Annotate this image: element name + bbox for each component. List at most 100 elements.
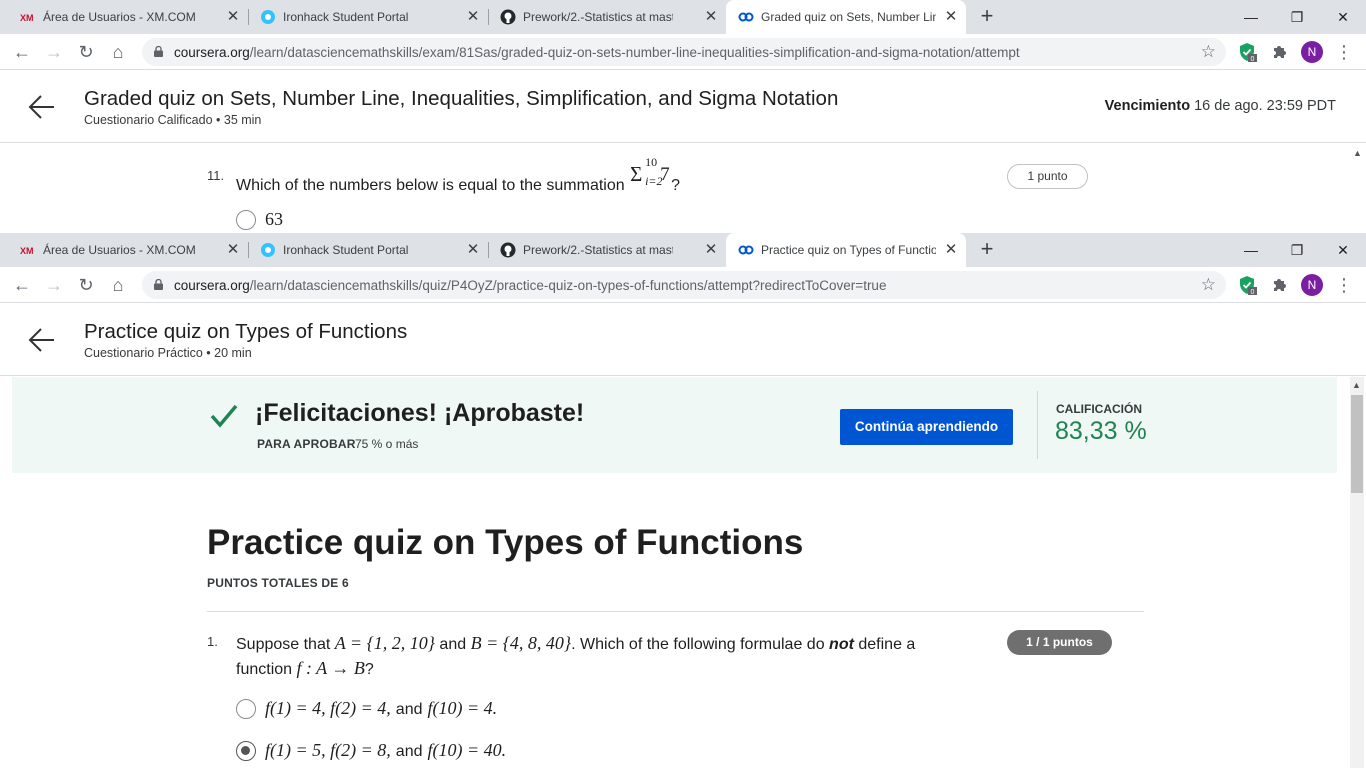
url-text: coursera.org/learn/datasciencemathskills… [174, 45, 1020, 60]
option-radio-selected[interactable] [236, 741, 256, 761]
close-window-icon[interactable]: ✕ [1320, 3, 1366, 31]
option-and: and [395, 701, 423, 718]
tab-title: Prework/2.-Statistics at master · N [523, 243, 673, 257]
avatar[interactable]: N [1301, 41, 1323, 63]
tab-title: Practice quiz on Types of Functio [761, 243, 936, 257]
tab-title: Área de Usuarios - XM.COM [43, 10, 196, 24]
tab-ironhack[interactable]: Ironhack Student Portal ✕ [248, 0, 488, 34]
tab-graded-quiz[interactable]: Graded quiz on Sets, Number Lin ✕ [726, 0, 966, 34]
due-value: 16 de ago. 23:59 PDT [1194, 98, 1336, 114]
close-tab-icon[interactable]: ✕ [464, 241, 482, 259]
option-formula: f(1) = 4, f(2) = 4, [265, 698, 391, 718]
close-tab-icon[interactable]: ✕ [702, 8, 720, 26]
quiz-content[interactable]: ¡Felicitaciones! ¡Aprobaste! PARA APROBA… [0, 377, 1366, 768]
quiz-subtitle: Cuestionario Práctico • 20 min [84, 346, 252, 360]
text-fragment: and [439, 636, 467, 653]
tab-github[interactable]: Prework/2.-Statistics at master · N ✕ [488, 0, 726, 34]
tab-ironhack[interactable]: Ironhack Student Portal ✕ [248, 233, 488, 267]
forward-arrow-icon[interactable]: → [41, 272, 67, 298]
scrollbar-thumb[interactable] [1351, 395, 1363, 493]
address-bar[interactable]: coursera.org/learn/datasciencemathskills… [142, 38, 1226, 66]
question-text: Which of the numbers below is equal to t… [236, 155, 680, 195]
quiz-title: Practice quiz on Types of Functions [84, 320, 408, 343]
extension-badge: 0 [1251, 56, 1255, 62]
close-tab-icon[interactable]: ✕ [942, 241, 960, 259]
minimize-icon[interactable]: — [1228, 3, 1274, 31]
url-path: /learn/datasciencemathskills/quiz/P4OyZ/… [249, 278, 887, 293]
browser-window-graded-quiz: XM Área de Usuarios - XM.COM ✕ Ironhack … [0, 0, 1366, 233]
option-radio[interactable] [236, 699, 256, 719]
restore-icon[interactable]: ❐ [1274, 3, 1320, 31]
question-number: 1. [207, 634, 218, 649]
tab-title: Área de Usuarios - XM.COM [43, 243, 196, 257]
shield-extension-icon[interactable]: 0 [1237, 42, 1257, 62]
close-tab-icon[interactable]: ✕ [464, 8, 482, 26]
ironhack-icon [261, 10, 275, 24]
github-icon [500, 9, 516, 25]
question-text-after: ? [671, 177, 680, 194]
tab-github[interactable]: Prework/2.-Statistics at master · N ✕ [488, 233, 726, 267]
new-tab-icon[interactable]: + [975, 238, 999, 262]
reload-icon[interactable]: ↻ [73, 272, 99, 298]
home-icon[interactable]: ⌂ [105, 272, 131, 298]
tab-strip: XM Área de Usuarios - XM.COM ✕ Ironhack … [0, 233, 1366, 267]
due-date: Vencimiento 16 de ago. 23:59 PDT [1105, 98, 1336, 114]
puzzle-extensions-icon[interactable] [1270, 42, 1290, 62]
option-label: 63 [265, 209, 283, 229]
grade-label: CALIFICACIÓN [1056, 402, 1142, 416]
text-fragment: ? [364, 661, 374, 678]
menu-kebab-icon[interactable]: ⋮ [1334, 40, 1354, 64]
vertical-scrollbar[interactable]: ▲ [1350, 377, 1364, 768]
close-tab-icon[interactable]: ✕ [942, 8, 960, 26]
close-tab-icon[interactable]: ✕ [702, 241, 720, 259]
set-b: B = {4, 8, 40} [470, 633, 572, 653]
browser-window-practice-quiz: XM Área de Usuarios - XM.COM ✕ Ironhack … [0, 233, 1366, 768]
home-icon[interactable]: ⌂ [105, 39, 131, 65]
course-header: Graded quiz on Sets, Number Line, Inequa… [0, 71, 1366, 143]
quiz-subtitle: Cuestionario Calificado • 35 min [84, 113, 262, 127]
restore-icon[interactable]: ❐ [1274, 236, 1320, 264]
close-window-icon[interactable]: ✕ [1320, 236, 1366, 264]
xm-logo-icon: XM [20, 246, 34, 256]
address-bar[interactable]: coursera.org/learn/datasciencemathskills… [142, 271, 1226, 299]
back-arrow-icon[interactable]: ← [9, 39, 35, 65]
set-a: A = {1, 2, 10} [334, 633, 435, 653]
scroll-up-icon[interactable]: ▲ [1353, 148, 1363, 158]
extension-badge: 0 [1251, 289, 1255, 295]
tab-xm[interactable]: XM Área de Usuarios - XM.COM ✕ [8, 233, 248, 267]
scroll-up-icon[interactable]: ▲ [1352, 380, 1361, 390]
sigma-symbol: Σ [630, 162, 643, 186]
back-arrow-icon[interactable]: ← [9, 272, 35, 298]
close-tab-icon[interactable]: ✕ [224, 241, 242, 259]
text-fragment: . Which of the following formulae do [571, 636, 825, 653]
back-arrow-icon[interactable] [28, 93, 56, 121]
emphasis-not: not [829, 636, 854, 653]
puzzle-extensions-icon[interactable] [1270, 275, 1290, 295]
bookmark-star-icon[interactable]: ☆ [1201, 42, 1216, 62]
continue-learning-button[interactable]: Continúa aprendiendo [840, 409, 1013, 445]
grade-value: 83,33 % [1055, 417, 1147, 445]
forward-arrow-icon[interactable]: → [41, 39, 67, 65]
url-host: coursera.org [174, 278, 250, 293]
tab-strip: XM Área de Usuarios - XM.COM ✕ Ironhack … [0, 0, 1366, 34]
tab-xm[interactable]: XM Área de Usuarios - XM.COM ✕ [8, 0, 248, 34]
minimize-icon[interactable]: — [1228, 236, 1274, 264]
question-11: ▲ 11. Which of the numbers below is equa… [0, 144, 1366, 233]
points-badge: 1 punto [1007, 164, 1088, 189]
pass-label: PARA APROBAR [257, 437, 356, 451]
option-radio[interactable] [236, 210, 256, 230]
question-number: 11. [207, 168, 225, 183]
option-formula: f(1) = 5, f(2) = 8, [265, 740, 391, 760]
avatar[interactable]: N [1301, 274, 1323, 296]
ironhack-icon [261, 243, 275, 257]
tab-practice-quiz[interactable]: Practice quiz on Types of Functio ✕ [726, 233, 966, 267]
menu-kebab-icon[interactable]: ⋮ [1334, 273, 1354, 297]
back-arrow-icon[interactable] [28, 326, 56, 354]
reload-icon[interactable]: ↻ [73, 39, 99, 65]
close-tab-icon[interactable]: ✕ [224, 8, 242, 26]
url-path: /learn/datasciencemathskills/exam/81Sas/… [249, 45, 1020, 60]
option-label: f(1) = 4, f(2) = 4, and f(10) = 4. [265, 698, 497, 719]
bookmark-star-icon[interactable]: ☆ [1201, 275, 1216, 295]
shield-extension-icon[interactable]: 0 [1237, 275, 1257, 295]
new-tab-icon[interactable]: + [975, 5, 999, 29]
